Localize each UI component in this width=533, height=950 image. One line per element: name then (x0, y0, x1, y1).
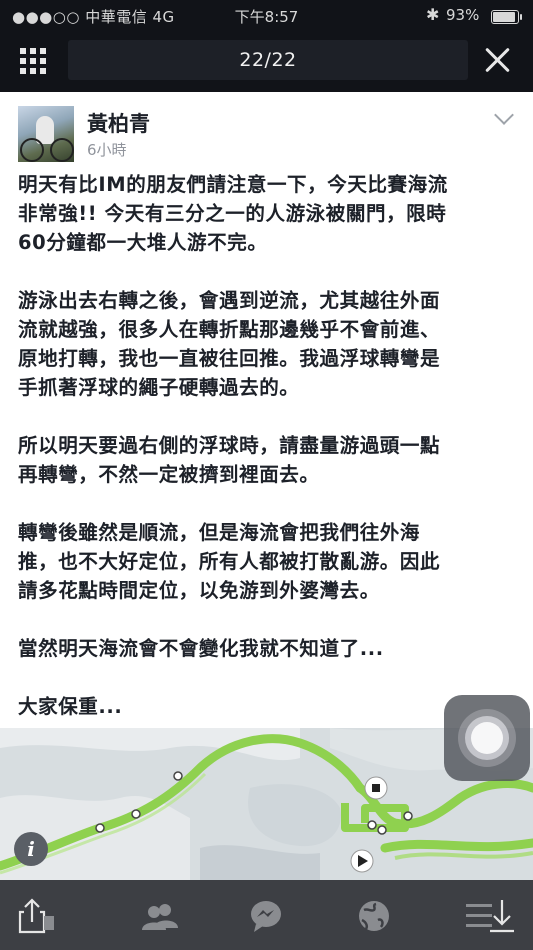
post-paragraph: 大家保重... (18, 695, 123, 718)
bluetooth-icon: ✱ (426, 5, 440, 24)
post-body: 明天有比IM的朋友們請注意一下，今天比賽海流 非常強!! 今天有三分之一的人游泳… (18, 170, 518, 721)
chevron-down-icon[interactable] (494, 105, 514, 125)
messenger-icon[interactable] (246, 898, 286, 934)
post-paragraph: 當然明天海流會不會變化我就不知道了... (18, 637, 384, 660)
notifications-globe-icon[interactable] (354, 898, 394, 934)
post-card: 黃柏青 6小時 明天有比IM的朋友們請注意一下，今天比賽海流 非常強!! 今天有… (0, 92, 533, 728)
post-timestamp[interactable]: 6小時 (87, 139, 127, 160)
photo-counter: 22/22 (239, 49, 297, 71)
post-paragraph: 游泳出去右轉之後，會遇到逆流，尤其越往外面 流就越強，很多人在轉折點那邊幾乎不會… (18, 289, 441, 399)
post-paragraph: 所以明天要過右側的浮球時，請盡量游過頭一點 再轉彎，不然一定被擠到裡面去。 (18, 434, 441, 486)
friends-icon[interactable] (140, 898, 180, 934)
close-icon[interactable] (482, 44, 514, 76)
battery-icon (491, 10, 522, 24)
post-paragraph: 轉彎後雖然是順流，但是海流會把我們往外海 推，也不大好定位，所有人都被打散亂游。… (18, 521, 441, 602)
photo-counter-box: 22/22 (68, 40, 468, 80)
post-paragraph: 明天有比IM的朋友們請注意一下，今天比賽海流 非常強!! 今天有三分之一的人游泳… (18, 173, 448, 254)
post-author[interactable]: 黃柏青 (87, 108, 150, 138)
status-bar: ●●●○○ 中華電信 4G 下午8:57 ✱ 93% (0, 4, 533, 26)
share-icon[interactable] (14, 898, 54, 934)
menu-download-icon[interactable] (464, 898, 516, 934)
grid-icon[interactable] (20, 48, 48, 74)
battery-percent: 93% (446, 6, 480, 24)
bottom-toolbar (0, 880, 533, 950)
photo-viewer-header: ●●●○○ 中華電信 4G 下午8:57 ✱ 93% 22/22 (0, 0, 533, 92)
avatar[interactable] (18, 106, 74, 162)
assistive-touch-button[interactable] (444, 695, 530, 781)
info-icon[interactable]: i (14, 832, 48, 866)
